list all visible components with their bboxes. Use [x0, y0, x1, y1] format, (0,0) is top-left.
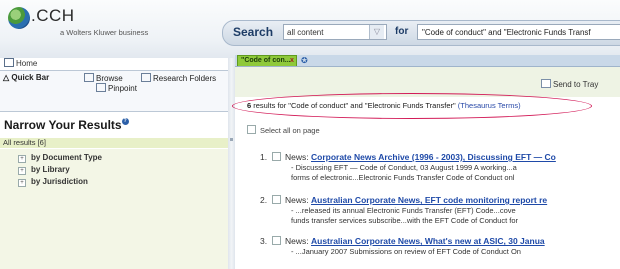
result-snippet: - ...January 2007 Submissions on review …: [291, 247, 521, 256]
facet-label: by Jurisdiction: [31, 177, 88, 186]
facet-label: by Library: [31, 165, 70, 174]
triangle-icon: △: [3, 73, 10, 82]
tab-search-results-label: "Code of con...: [241, 57, 291, 64]
narrow-results-label: Narrow Your Results: [4, 118, 122, 132]
expand-icon: +: [18, 155, 26, 163]
search-label: Search: [233, 25, 274, 39]
expand-icon: +: [18, 167, 26, 175]
result-item: 1. News: Corporate News Archive (1996 - 2…: [260, 152, 620, 182]
result-item: 3. News: Australian Corporate News, What'…: [260, 236, 620, 257]
highlight-ellipse: [232, 93, 592, 119]
tab-quick-bar[interactable]: △ Quick Bar: [3, 73, 49, 82]
send-to-tray-button[interactable]: Send to Tray: [541, 79, 598, 89]
document-tab-bar: "Code of con... x ✪: [235, 55, 620, 67]
home-link[interactable]: Home: [4, 58, 37, 70]
for-label: for: [395, 26, 409, 37]
facet-jurisdiction[interactable]: + by Jurisdiction: [18, 177, 88, 187]
select-all-label: Select all on page: [260, 126, 320, 135]
app-header: .CCH a Wolters Kluwer business Search al…: [0, 0, 620, 58]
tab-research-folders[interactable]: Research Folders: [141, 73, 216, 83]
result-number: 3.: [260, 236, 268, 246]
close-icon[interactable]: x: [290, 56, 294, 66]
facet-label: by Document Type: [31, 153, 102, 162]
tab-quick-bar-label: Quick Bar: [11, 73, 50, 82]
browse-icon: [84, 73, 94, 82]
result-source: News:: [285, 195, 309, 205]
checkbox[interactable]: [247, 125, 256, 134]
search-query-input[interactable]: "Code of conduct" and "Electronic Funds …: [417, 24, 620, 40]
result-number: 2.: [260, 195, 268, 205]
panel-splitter[interactable]: [228, 58, 235, 269]
help-icon[interactable]: ?: [121, 118, 129, 125]
logo-text: .CCH: [31, 6, 75, 25]
result-snippet: forms of electronic...Electronic Funds T…: [291, 172, 515, 182]
tab-search-results[interactable]: "Code of con... x: [237, 55, 297, 66]
tab-browse[interactable]: Browse: [84, 73, 123, 83]
tray-icon: [541, 79, 551, 88]
logo-subtitle: a Wolters Kluwer business: [60, 28, 149, 37]
facet-list: + by Document Type + by Library + by Jurisd…: [0, 149, 228, 269]
result-number: 1.: [260, 152, 268, 162]
pinpoint-icon: [96, 83, 106, 92]
result-snippet: - Discussing EFT — Code of Conduct, 03 A…: [291, 163, 517, 172]
send-to-tray-label: Send to Tray: [553, 80, 599, 89]
result-checkbox[interactable]: [272, 152, 281, 161]
result-title-link[interactable]: Australian Corporate News, EFT code moni…: [311, 195, 547, 205]
result-source: News:: [285, 236, 309, 246]
facet-library[interactable]: + by Library: [18, 165, 70, 175]
dropdown-arrow-icon[interactable]: ▽: [369, 25, 384, 39]
narrow-results-title: Narrow Your Results?: [4, 118, 129, 132]
tab-research-folders-label: Research Folders: [153, 74, 217, 83]
result-item: 2. News: Australian Corporate News, EFT c…: [260, 195, 620, 225]
result-source: News:: [285, 152, 309, 162]
left-tabs: △ Quick Bar Browse Research Folders Pinp…: [0, 70, 228, 112]
tab-pinpoint-label: Pinpoint: [108, 84, 137, 93]
search-bar: Search all content ▽ for "Code of conduc…: [222, 20, 620, 46]
home-label: Home: [16, 59, 38, 68]
all-results-link[interactable]: All results [6]: [0, 138, 228, 148]
tab-pinpoint[interactable]: Pinpoint: [96, 83, 137, 93]
refresh-icon[interactable]: ✪: [301, 56, 308, 65]
result-snippet: - ...released its annual Electronic Fund…: [291, 206, 516, 215]
result-checkbox[interactable]: [272, 195, 281, 204]
tab-browse-label: Browse: [96, 74, 123, 83]
result-checkbox[interactable]: [272, 236, 281, 245]
select-all-checkbox[interactable]: Select all on page: [247, 125, 320, 135]
result-snippet: funds transfer services subscribe...with…: [291, 215, 519, 225]
cch-logo-icon: [8, 7, 30, 29]
folder-icon: [141, 73, 151, 82]
expand-icon: +: [18, 179, 26, 187]
result-title-link[interactable]: Australian Corporate News, What's new at…: [311, 236, 545, 246]
home-icon: [4, 58, 14, 67]
facet-document-type[interactable]: + by Document Type: [18, 153, 102, 163]
result-title-link[interactable]: Corporate News Archive (1996 - 2003), Di…: [311, 152, 556, 162]
